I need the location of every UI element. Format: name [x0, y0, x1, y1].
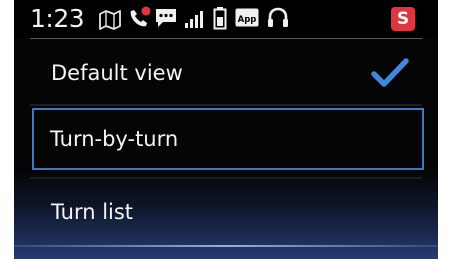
- menu-item-default-view[interactable]: Default view: [32, 45, 424, 101]
- app-icon: App: [235, 8, 259, 27]
- bottom-highlight-line: [14, 245, 438, 247]
- menu-item-turn-by-turn[interactable]: Turn-by-turn: [32, 108, 424, 170]
- navigation-view-menu-screen: 1:23 App S Default view Turn-by-turn Tur…: [14, 0, 438, 259]
- checkmark-icon: [371, 58, 409, 87]
- svg-text:App: App: [238, 15, 257, 25]
- status-bar: 1:23 App S: [14, 0, 438, 38]
- menu-item-label: Turn-by-turn: [50, 127, 179, 151]
- message-icon: [156, 9, 176, 27]
- menu-item-label: Turn list: [51, 200, 134, 224]
- menu-item-label: Default view: [51, 61, 183, 85]
- status-divider: [30, 38, 422, 39]
- menu-divider: [30, 104, 422, 106]
- phone-missed-call-icon: [130, 6, 151, 27]
- signal-strength-icon: [185, 11, 203, 28]
- s-badge-icon[interactable]: S: [391, 7, 415, 31]
- clock-time: 1:23: [30, 4, 85, 33]
- menu-divider: [30, 177, 422, 179]
- battery-icon: [213, 7, 227, 30]
- menu-item-turn-list[interactable]: Turn list: [32, 184, 424, 240]
- map-icon: [99, 10, 121, 30]
- headset-icon: [268, 7, 288, 27]
